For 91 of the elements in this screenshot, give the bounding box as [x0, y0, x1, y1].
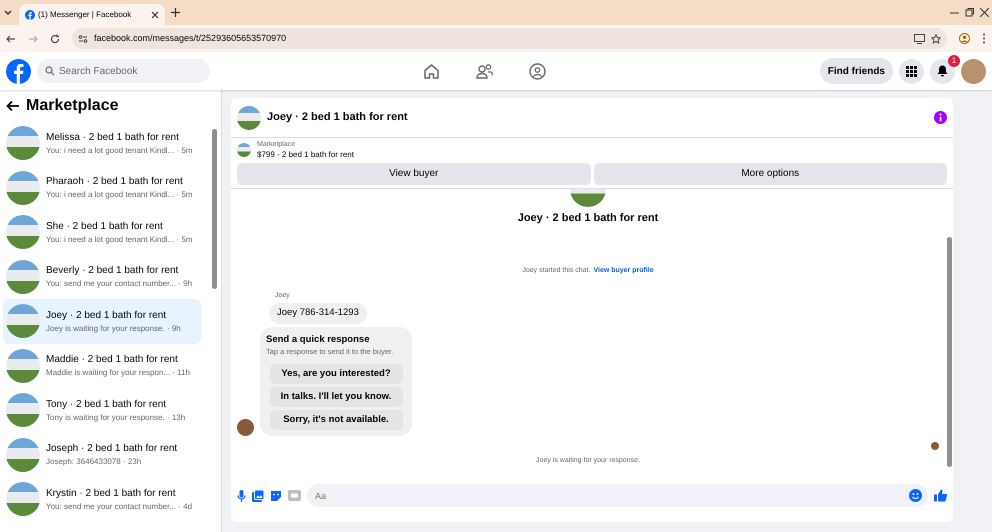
message-preview: Maddie is waiting for your respon... · 11h	[46, 367, 190, 380]
profile-avatar[interactable]	[961, 58, 986, 84]
quick-response-title: Send a quick response	[266, 332, 370, 346]
conversation-item[interactable]: Joseph · 2 bed 1 bath for rent Joseph: 3646433078 · 23h	[3, 432, 201, 477]
message-input[interactable]: Aa	[307, 484, 928, 508]
listing-photo	[6, 170, 40, 205]
message-preview: Joseph: 3646433078 · 23h	[46, 456, 142, 468]
reload-icon[interactable]	[50, 34, 60, 44]
message-preview: You: i need a lot good tenant Kindl... · 5m	[46, 189, 192, 202]
message-preview: You: send me your contact number... · 4d	[46, 500, 192, 513]
restore-icon[interactable]	[965, 8, 974, 17]
conversation-title: Melissa · 2 bed 1 bath for rent	[46, 130, 180, 145]
conversation-title: Pharaoh · 2 bed 1 bath for rent	[46, 175, 184, 190]
listing-photo	[6, 348, 40, 383]
star-icon[interactable]	[931, 34, 941, 44]
close-icon[interactable]	[980, 8, 989, 17]
grid-icon	[906, 66, 917, 76]
message-preview: You: i need a lot good tenant Kindl... · 5m	[46, 144, 192, 157]
read-receipt-avatar	[931, 442, 939, 450]
quick-response-option[interactable]: Yes, are you interested?	[270, 364, 402, 384]
facebook-logo-icon[interactable]	[6, 58, 31, 84]
message-preview: You: send me your contact number... · 9h	[46, 278, 192, 290]
photo-icon[interactable]	[252, 490, 264, 502]
microphone-icon[interactable]	[237, 490, 246, 502]
tab-title: (1) Messenger | Facebook	[38, 8, 132, 20]
chat-title: Joey · 2 bed 1 bath for rent	[267, 110, 409, 126]
conversation-item[interactable]: Pharaoh · 2 bed 1 bath for rent You: i need a lot good tenant Kindl... · 5m	[3, 166, 201, 210]
profile-title: Joey · 2 bed 1 bath for rent	[518, 210, 658, 226]
listing-photo	[6, 260, 40, 294]
install-app-icon[interactable]	[914, 34, 925, 44]
menu-button[interactable]	[899, 58, 924, 84]
browser-tab[interactable]: (1) Messenger | Facebook	[19, 4, 165, 25]
info-icon[interactable]	[934, 111, 947, 124]
friends-icon[interactable]	[476, 62, 494, 80]
conversation-title: Maddie · 2 bed 1 bath for rent	[46, 353, 179, 368]
message-bubble: Joey 786-314-1293	[269, 303, 367, 324]
search-field[interactable]: Search Facebook	[37, 59, 210, 83]
url-text: facebook.com/messages/t/25293605653570970	[94, 32, 286, 45]
listing-photo	[6, 215, 40, 250]
sender-avatar	[237, 419, 254, 436]
home-icon[interactable]	[423, 62, 440, 80]
quick-response-option[interactable]: In talks. I'll let you know.	[270, 387, 402, 407]
conversation-item[interactable]: Beverly · 2 bed 1 bath for rent You: send me your contact number... · 9h	[3, 254, 201, 299]
conversation-title: Tony · 2 bed 1 bath for rent	[46, 398, 168, 412]
scrollbar-thumb[interactable]	[946, 236, 952, 467]
conversation-title: Joey · 2 bed 1 bath for rent	[46, 308, 168, 323]
conversation-title: Joseph · 2 bed 1 bath for rent	[46, 442, 178, 456]
search-icon	[45, 66, 55, 76]
close-icon[interactable]	[151, 10, 159, 18]
sidebar-title: Marketplace	[26, 96, 118, 116]
find-friends-button[interactable]: Find friends	[820, 58, 893, 84]
conversation-title: She · 2 bed 1 bath for rent	[46, 220, 164, 234]
notifications-button[interactable]	[930, 58, 955, 84]
thumbs-up-icon[interactable]	[934, 489, 947, 502]
listing-photo	[6, 393, 40, 428]
conversation-item[interactable]: She · 2 bed 1 bath for rent You: i need a lot good tenant Kindl... · 5m	[3, 210, 201, 254]
chevron-down-icon[interactable]	[3, 8, 13, 18]
listing-action-button[interactable]: View buyer	[237, 162, 590, 185]
sticker-icon[interactable]	[270, 490, 282, 502]
listing-photo	[237, 106, 261, 130]
quick-response-option[interactable]: Sorry, it's not available.	[270, 410, 402, 430]
conversation-item[interactable]: Maddie · 2 bed 1 bath for rent Maddie is waiting for your respon... · 11h	[3, 344, 201, 388]
conversation-item[interactable]: Krystin · 2 bed 1 bath for rent You: send me your contact number... · 4d	[3, 477, 201, 521]
more-options-icon[interactable]	[982, 33, 986, 44]
conversation-item[interactable]: Tony · 2 bed 1 bath for rent Tony is waiting for your response. · 13h	[3, 388, 201, 432]
message-preview: Tony is waiting for your response. · 13h	[46, 412, 186, 424]
listing-photo	[6, 126, 40, 160]
conversation-item[interactable]: Melissa · 2 bed 1 bath for rent You: i need a lot good tenant Kindl... · 5m	[3, 121, 201, 166]
scrollbar-thumb[interactable]	[212, 129, 216, 289]
message-preview: Joey is waiting for your response. · 9h	[46, 322, 181, 335]
listing-photo	[6, 482, 40, 516]
back-arrow-icon[interactable]	[6, 100, 20, 112]
message-preview: You: i need a lot good tenant Kindl... · 5m	[46, 234, 192, 246]
facebook-logo-icon	[25, 10, 35, 20]
listing-title: $799 - 2 bed 1 bath for rent	[257, 150, 354, 160]
groups-icon[interactable]	[529, 62, 546, 80]
conversation-title: Krystin · 2 bed 1 bath for rent	[46, 486, 177, 501]
listing-photo	[6, 438, 40, 472]
site-settings-icon[interactable]	[78, 34, 88, 44]
listing-photo	[6, 304, 40, 338]
bell-icon	[937, 65, 948, 77]
back-arrow-icon[interactable]	[6, 34, 16, 44]
emoji-icon[interactable]	[909, 489, 922, 502]
notification-badge: 1	[948, 54, 960, 66]
profile-icon[interactable]	[959, 33, 970, 44]
listing-action-button[interactable]: More options	[594, 162, 947, 185]
address-bar[interactable]: facebook.com/messages/t/25293605653570970	[72, 28, 947, 49]
conversation-item[interactable]: Joey · 2 bed 1 bath for rent Joey is waiting for your response. · 9h	[3, 299, 201, 344]
listing-photo	[237, 143, 251, 158]
plus-icon[interactable]	[171, 8, 180, 17]
conversation-title: Beverly · 2 bed 1 bath for rent	[46, 264, 180, 278]
